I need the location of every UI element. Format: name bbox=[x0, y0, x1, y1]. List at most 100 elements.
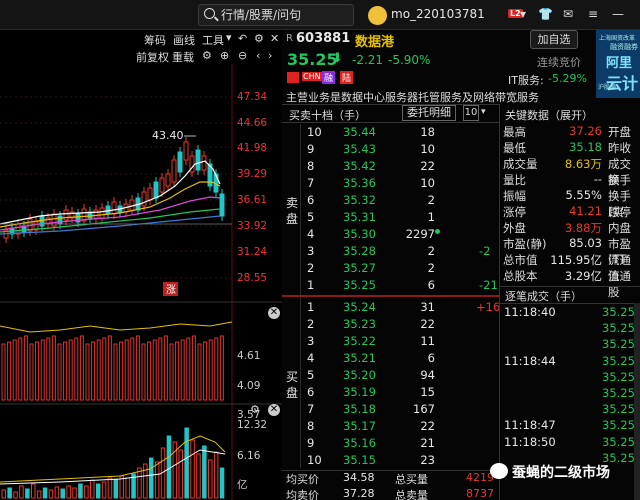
key-label-2: 昨收 bbox=[608, 141, 631, 155]
table-row[interactable]: 5 35.31 1 bbox=[283, 210, 497, 227]
amount-bar bbox=[184, 427, 189, 499]
key-label: 最低 bbox=[503, 141, 526, 155]
avatar[interactable] bbox=[368, 6, 387, 25]
amount-bar bbox=[54, 486, 60, 499]
volume-bar bbox=[51, 335, 56, 401]
price-tick: 39.29 bbox=[237, 168, 268, 180]
table-row[interactable]: 3 35.28 2 -2 bbox=[283, 244, 497, 261]
ask-level: 1 bbox=[307, 278, 315, 292]
avg-ask-value: 37.28 bbox=[343, 487, 375, 500]
table-row[interactable]: 2 35.23 22 bbox=[283, 317, 497, 334]
close-indicator-button[interactable]: ✕ bbox=[268, 404, 280, 416]
shirt-icon[interactable]: 👕 bbox=[538, 7, 553, 21]
key-value: 3.29亿 bbox=[564, 269, 602, 283]
tools-button[interactable]: 工具 bbox=[202, 32, 224, 48]
volume-bar bbox=[1, 343, 6, 401]
trades-scrollbar[interactable] bbox=[634, 303, 640, 500]
candle bbox=[201, 155, 207, 171]
adjust-button[interactable]: 前复权 bbox=[136, 49, 169, 65]
order-detail-button[interactable]: 委托明细 bbox=[402, 105, 456, 121]
volume-bar bbox=[175, 341, 180, 401]
table-row[interactable]: 4 35.30 2297 bbox=[283, 227, 497, 244]
table-row[interactable]: 6 35.32 2 bbox=[283, 193, 497, 210]
table-row[interactable]: 5 35.20 94 bbox=[283, 368, 497, 385]
table-row[interactable]: 1 35.25 6 -21 bbox=[283, 278, 498, 295]
table-row[interactable]: 9 35.16 21 bbox=[283, 436, 497, 453]
close-indicator-button[interactable]: ✕ bbox=[268, 307, 280, 319]
bid-level: 9 bbox=[307, 436, 315, 450]
table-row[interactable]: 8 35.42 22 bbox=[283, 159, 497, 176]
key-data-title[interactable]: 关键数据（展开） bbox=[505, 107, 593, 123]
table-row[interactable]: 1 35.24 31 +16 bbox=[283, 300, 500, 317]
trade-row: 35.25 bbox=[500, 370, 640, 386]
zoom-out-icon[interactable]: ⊖ bbox=[238, 49, 247, 62]
username[interactable]: mo_220103781 bbox=[391, 7, 485, 21]
chip-button[interactable]: 筹码 bbox=[144, 32, 166, 48]
dropdown-icon[interactable]: ▾ bbox=[520, 7, 526, 21]
ask-level: 6 bbox=[307, 193, 315, 207]
ad-sub: 沪股通 bbox=[598, 84, 617, 91]
table-row[interactable]: 8 35.17 22 bbox=[283, 419, 497, 436]
volume-bar bbox=[74, 337, 79, 401]
table-row[interactable]: 6 35.19 15 bbox=[283, 385, 497, 402]
ask-price: 35.31 bbox=[343, 210, 376, 224]
bid-volume: 21 bbox=[420, 436, 435, 450]
volume-bar bbox=[91, 341, 96, 401]
minimize-icon[interactable]: — bbox=[612, 7, 624, 21]
reload-button[interactable]: 重载 bbox=[172, 49, 194, 65]
amount-bar bbox=[25, 488, 30, 499]
volume-bar bbox=[96, 339, 101, 401]
bid-volume: 167 bbox=[413, 402, 435, 416]
volume-bar bbox=[119, 341, 124, 401]
search-input[interactable]: 行情/股票/问句 bbox=[198, 4, 354, 26]
candle bbox=[99, 207, 105, 219]
settings-icon[interactable]: ⚙ bbox=[250, 403, 260, 416]
table-row[interactable]: 9 35.43 10 bbox=[283, 142, 497, 159]
table-row[interactable]: 7 35.18 167 bbox=[283, 402, 497, 419]
price-tick: 44.66 bbox=[237, 117, 268, 129]
table-row[interactable]: 3 35.22 11 bbox=[283, 334, 497, 351]
draw-line-button[interactable]: 画线 bbox=[173, 32, 195, 48]
trade-price: 35.25 bbox=[602, 402, 635, 417]
amount-bar bbox=[208, 459, 213, 499]
bid-level: 2 bbox=[307, 317, 315, 331]
prev-icon[interactable]: ‹ bbox=[256, 49, 260, 62]
depth-chevron-icon[interactable]: ▾ bbox=[481, 107, 486, 117]
trade-price: 35.25 bbox=[602, 305, 635, 319]
amount-tick: 6.16 bbox=[237, 450, 261, 462]
ad-big1: 阿里 bbox=[606, 56, 633, 71]
undo-icon[interactable]: ↶ bbox=[238, 32, 247, 45]
settings-icon[interactable]: ⚙ bbox=[202, 49, 212, 62]
trade-price: 35.25 bbox=[602, 418, 635, 433]
big-order-dot-icon bbox=[435, 229, 440, 234]
trade-row: 35.25 bbox=[500, 321, 640, 337]
ask-volume: 18 bbox=[420, 125, 435, 139]
mail-icon[interactable]: ✉ bbox=[563, 7, 573, 21]
ask-price: 35.28 bbox=[343, 244, 376, 258]
table-row[interactable]: 7 35.36 10 bbox=[283, 176, 497, 193]
table-row[interactable]: 10 35.44 18 bbox=[283, 125, 497, 142]
orderbook-title: 买卖十档（手） bbox=[289, 109, 366, 122]
ask-price: 35.43 bbox=[343, 142, 376, 156]
ask-price: 35.32 bbox=[343, 193, 376, 207]
key-label: 最高 bbox=[503, 125, 526, 139]
close-icon[interactable]: ✕ bbox=[270, 32, 279, 45]
table-row[interactable]: 10 35.15 23 bbox=[283, 453, 497, 470]
table-row[interactable]: 4 35.21 6 bbox=[283, 351, 497, 368]
key-value: 5.55% bbox=[565, 188, 602, 202]
bid-price: 35.19 bbox=[343, 385, 376, 399]
ask-price: 35.25 bbox=[343, 278, 376, 292]
table-row[interactable]: 2 35.27 2 bbox=[283, 261, 497, 278]
settings-icon[interactable]: ⚙ bbox=[254, 32, 264, 45]
depth-selector[interactable]: 10 bbox=[463, 105, 479, 121]
next-icon[interactable]: › bbox=[268, 49, 272, 62]
trade-row: 11:18:44 35.25 bbox=[500, 354, 640, 370]
add-watchlist-button[interactable]: 加自选 bbox=[530, 30, 578, 49]
volume-bar bbox=[219, 335, 224, 401]
ask-level: 10 bbox=[307, 125, 322, 139]
key-label-2: 跌停 bbox=[608, 205, 631, 219]
menu-icon[interactable]: ≡ bbox=[588, 7, 598, 21]
trade-row: 11:18:50 35.25 bbox=[500, 435, 640, 451]
chevron-down-icon[interactable]: ▾ bbox=[226, 31, 232, 44]
zoom-in-icon[interactable]: ⊕ bbox=[220, 49, 229, 62]
